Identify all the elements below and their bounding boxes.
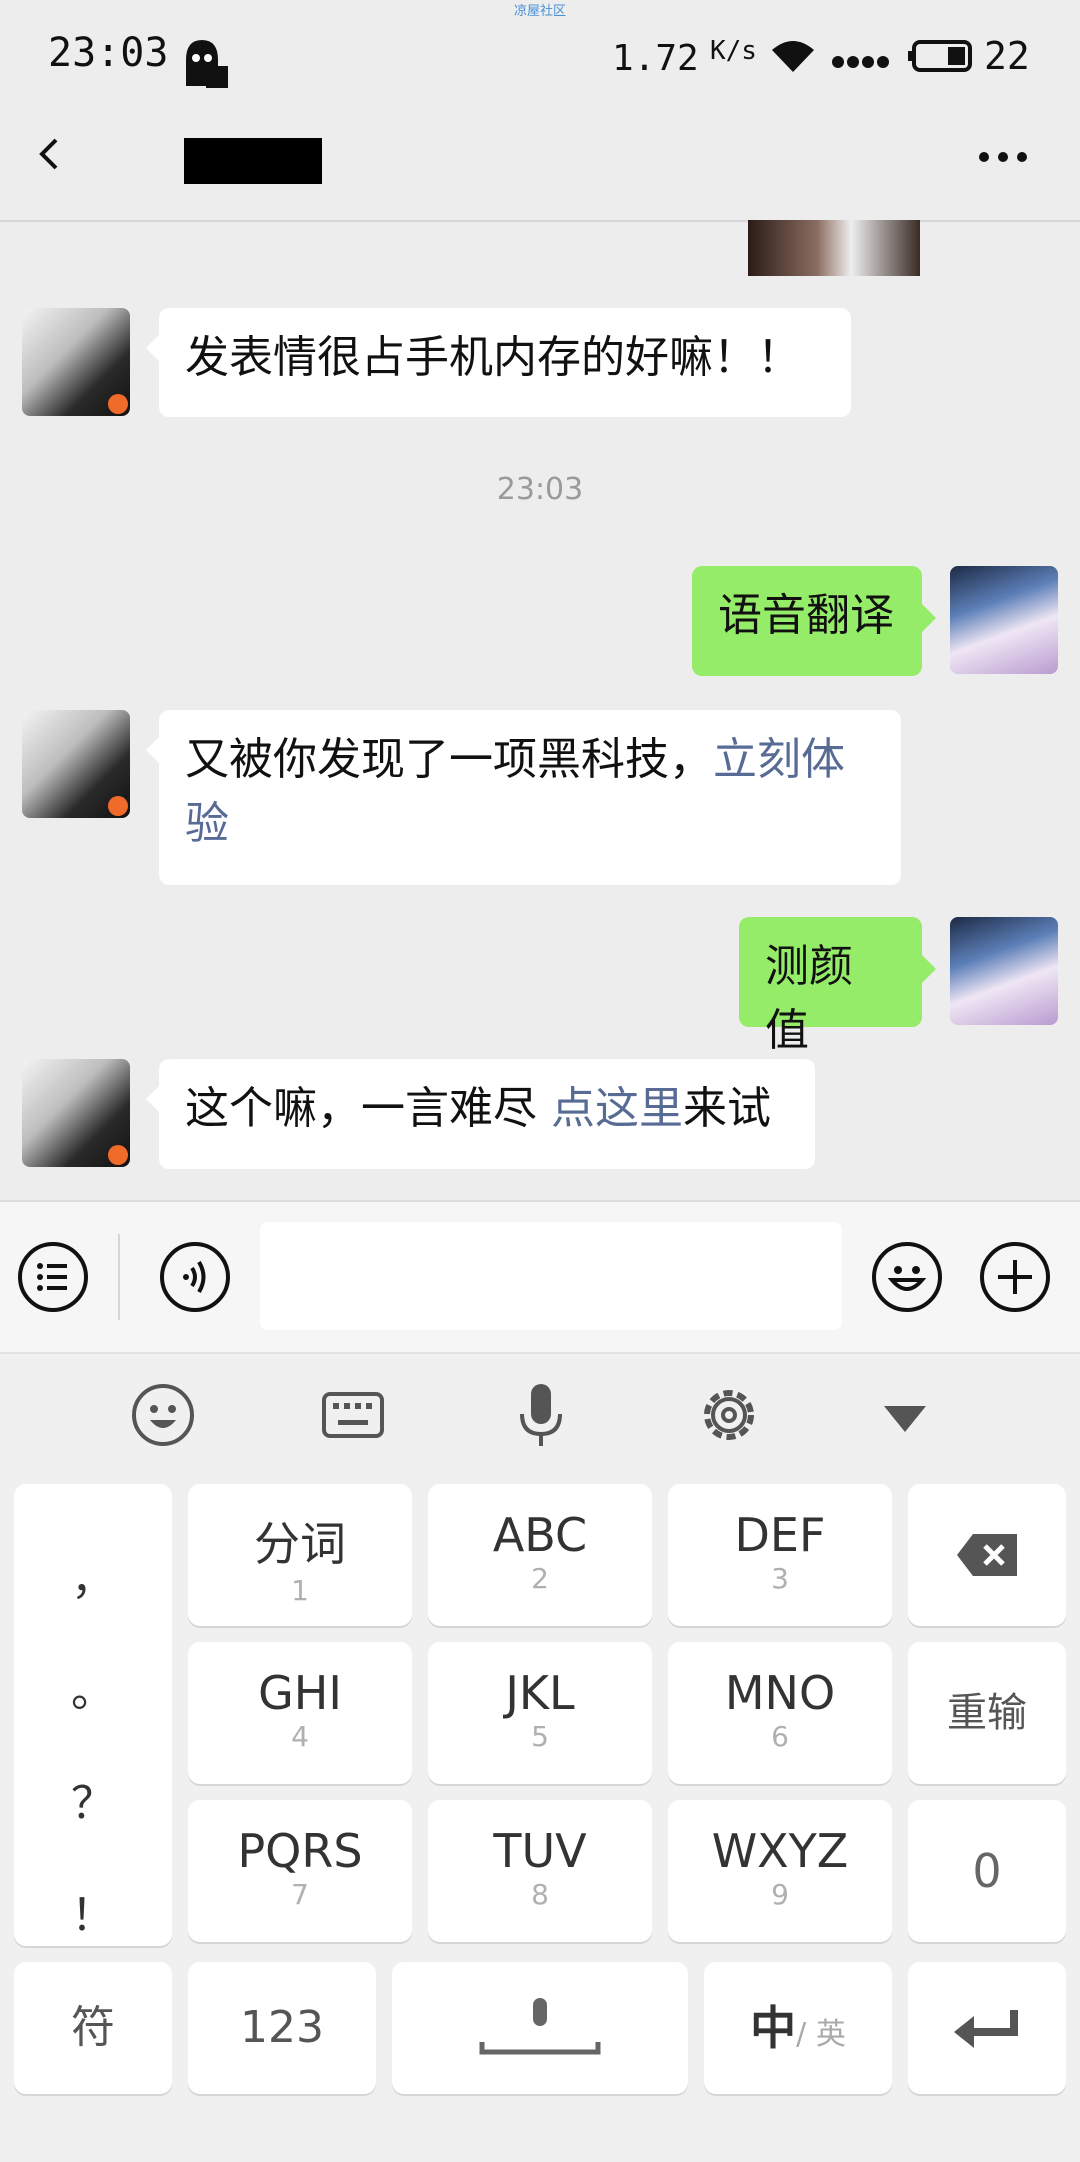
message-bubble[interactable]: 又被你发现了一项黑科技，立刻体验 xyxy=(159,710,901,885)
avatar[interactable] xyxy=(22,1059,130,1167)
watermark: 凉屋社区 xyxy=(513,4,566,19)
badge-icon xyxy=(108,394,128,414)
message-text-after: 来试 xyxy=(683,1083,771,1134)
space-key[interactable] xyxy=(392,1962,688,2094)
image-message-partial[interactable] xyxy=(748,220,920,276)
keyboard-icon[interactable] xyxy=(318,1380,388,1450)
key-1[interactable]: 分词 1 xyxy=(188,1484,412,1626)
punct-exclaim-key[interactable]: ！ xyxy=(14,1860,172,1972)
enter-arrow-icon xyxy=(954,2010,1018,2048)
bubble-tail xyxy=(922,955,936,983)
key-2[interactable]: ABC 2 xyxy=(428,1484,652,1626)
backspace-icon xyxy=(957,1534,1017,1576)
lang-main: 中 xyxy=(750,2001,797,2055)
message-input[interactable] xyxy=(260,1222,842,1330)
punct-period-key[interactable]: 。 xyxy=(14,1636,172,1748)
message-text: 语音翻译 xyxy=(718,590,894,641)
voice-icon[interactable] xyxy=(160,1242,230,1312)
more-dots-icon[interactable] xyxy=(978,148,1028,162)
lang-sub: / 英 xyxy=(796,2017,846,2052)
signal-dots-icon xyxy=(832,54,892,68)
bubble-tail xyxy=(146,736,160,764)
net-speed-unit: K/s xyxy=(710,36,757,66)
bubble-tail xyxy=(146,1085,160,1113)
space-mic-icon xyxy=(479,1998,601,2055)
avatar[interactable] xyxy=(22,308,130,416)
message-text: 这个嘛，一言难尽 xyxy=(185,1083,551,1134)
keyboard-emoji-icon[interactable] xyxy=(128,1380,198,1450)
punctuation-panel: ， 。 ？ ！ xyxy=(14,1484,172,1946)
badge-icon xyxy=(108,1145,128,1165)
key-0[interactable]: 0 xyxy=(908,1800,1066,1942)
bubble-tail xyxy=(922,604,936,632)
badge-icon xyxy=(108,796,128,816)
plus-icon[interactable] xyxy=(980,1242,1050,1312)
message-text: 发表情很占手机内存的好嘛！！ xyxy=(185,332,801,383)
key-3[interactable]: DEF 3 xyxy=(668,1484,892,1626)
list-menu-icon[interactable] xyxy=(18,1242,88,1312)
net-speed: 1.72 xyxy=(612,38,699,79)
punct-question-key[interactable]: ？ xyxy=(14,1748,172,1860)
message-text: 又被你发现了一项黑科技， xyxy=(185,734,713,785)
numbers-key[interactable]: 123 xyxy=(188,1962,376,2094)
emoji-icon[interactable] xyxy=(872,1242,942,1312)
chat-header xyxy=(0,120,1080,222)
key-5[interactable]: JKL 5 xyxy=(428,1642,652,1784)
battery-icon xyxy=(908,40,974,72)
symbols-key[interactable]: 符 xyxy=(14,1962,172,2094)
battery-level: 22 xyxy=(984,34,1030,78)
bubble-tail xyxy=(146,334,160,362)
punct-comma-key[interactable]: ， xyxy=(14,1524,172,1636)
delete-key[interactable] xyxy=(908,1484,1066,1626)
message-bubble[interactable]: 这个嘛，一言难尽 点这里来试 xyxy=(159,1059,815,1169)
divider xyxy=(118,1234,120,1320)
message-bubble-own[interactable]: 测颜值 xyxy=(739,917,922,1056)
key-6[interactable]: MNO 6 xyxy=(668,1642,892,1784)
avatar-self[interactable] xyxy=(950,566,1058,674)
avatar-self[interactable] xyxy=(950,917,1058,1025)
collapse-triangle-icon[interactable] xyxy=(870,1380,940,1450)
message-bubble-own[interactable]: 语音翻译 xyxy=(692,566,922,676)
message-timestamp: 23:03 xyxy=(496,472,584,507)
microphone-icon[interactable] xyxy=(506,1380,576,1450)
message-bubble[interactable]: 发表情很占手机内存的好嘛！！ xyxy=(159,308,851,417)
chat-title-redacted xyxy=(184,138,322,184)
avatar[interactable] xyxy=(22,710,130,818)
enter-key[interactable] xyxy=(908,1962,1066,2094)
key-4[interactable]: GHI 4 xyxy=(188,1642,412,1784)
settings-gear-icon[interactable] xyxy=(694,1380,764,1450)
chevron-left-icon[interactable] xyxy=(30,134,70,174)
language-switch-key[interactable]: 中/ 英 xyxy=(704,1962,892,2094)
ghost-notification-icon xyxy=(180,36,228,90)
key-9[interactable]: WXYZ 9 xyxy=(668,1800,892,1942)
message-text: 测颜值 xyxy=(765,941,853,1056)
key-7[interactable]: PQRS 7 xyxy=(188,1800,412,1942)
wifi-icon xyxy=(770,38,816,74)
key-8[interactable]: TUV 8 xyxy=(428,1800,652,1942)
status-time: 23:03 xyxy=(48,30,169,76)
click-here-link[interactable]: 点这里 xyxy=(551,1083,683,1134)
retype-key[interactable]: 重输 xyxy=(908,1642,1066,1784)
